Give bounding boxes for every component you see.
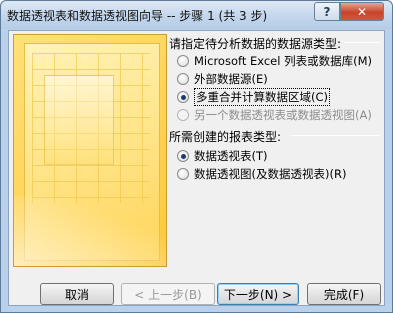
wizard-illustration: [13, 34, 167, 267]
radio-label: 数据透视表(T): [194, 149, 268, 163]
finish-button[interactable]: 完成(F): [307, 283, 381, 305]
wizard-window: 数据透视表和数据透视图向导 -- 步骤 1 (共 3 步) ? ✕ 请指定待分析…: [0, 0, 393, 313]
close-icon[interactable]: ✕: [340, 2, 384, 21]
radio-button[interactable]: [177, 168, 189, 180]
radio-button[interactable]: [177, 73, 189, 85]
radio-label: 多重合并计算数据区域(C): [194, 88, 331, 106]
radio-another-pivot: 另一个数据透视表或数据透视图(A): [177, 107, 372, 123]
radio-label: 数据透视图(及数据透视表)(R): [194, 167, 347, 181]
next-button[interactable]: 下一步(N) >: [217, 283, 299, 305]
radio-button-selected[interactable]: [177, 91, 189, 103]
radio-pivot-chart[interactable]: 数据透视图(及数据透视表)(R): [177, 166, 346, 182]
radio-external-source[interactable]: 外部数据源(E): [177, 71, 268, 87]
title-bar[interactable]: 数据透视表和数据透视图向导 -- 步骤 1 (共 3 步) ? ✕: [1, 1, 392, 29]
divider: [344, 42, 380, 43]
radio-label: 另一个数据透视表或数据透视图(A): [194, 108, 372, 122]
radio-button[interactable]: [177, 55, 189, 67]
report-type-heading: 所需创建的报表类型:: [169, 130, 282, 144]
radio-pivot-table[interactable]: 数据透视表(T): [177, 148, 268, 164]
window-title: 数据透视表和数据透视图向导 -- 步骤 1 (共 3 步): [7, 9, 268, 23]
radio-button: [177, 109, 189, 121]
divider: [291, 135, 380, 136]
radio-label: 外部数据源(E): [194, 72, 268, 86]
radio-button-selected[interactable]: [177, 150, 189, 162]
dialog-body: 请指定待分析数据的数据源类型: Microsoft Excel 列表或数据库(M…: [8, 30, 385, 306]
source-type-heading: 请指定待分析数据的数据源类型:: [169, 37, 342, 51]
radio-excel-list[interactable]: Microsoft Excel 列表或数据库(M): [177, 53, 372, 69]
help-icon[interactable]: ?: [314, 2, 340, 21]
radio-multiple-consolidation[interactable]: 多重合并计算数据区域(C): [177, 88, 331, 106]
back-button: < 上一步(B): [121, 283, 215, 305]
radio-label: Microsoft Excel 列表或数据库(M): [194, 54, 373, 68]
cancel-button[interactable]: 取消: [40, 283, 114, 305]
